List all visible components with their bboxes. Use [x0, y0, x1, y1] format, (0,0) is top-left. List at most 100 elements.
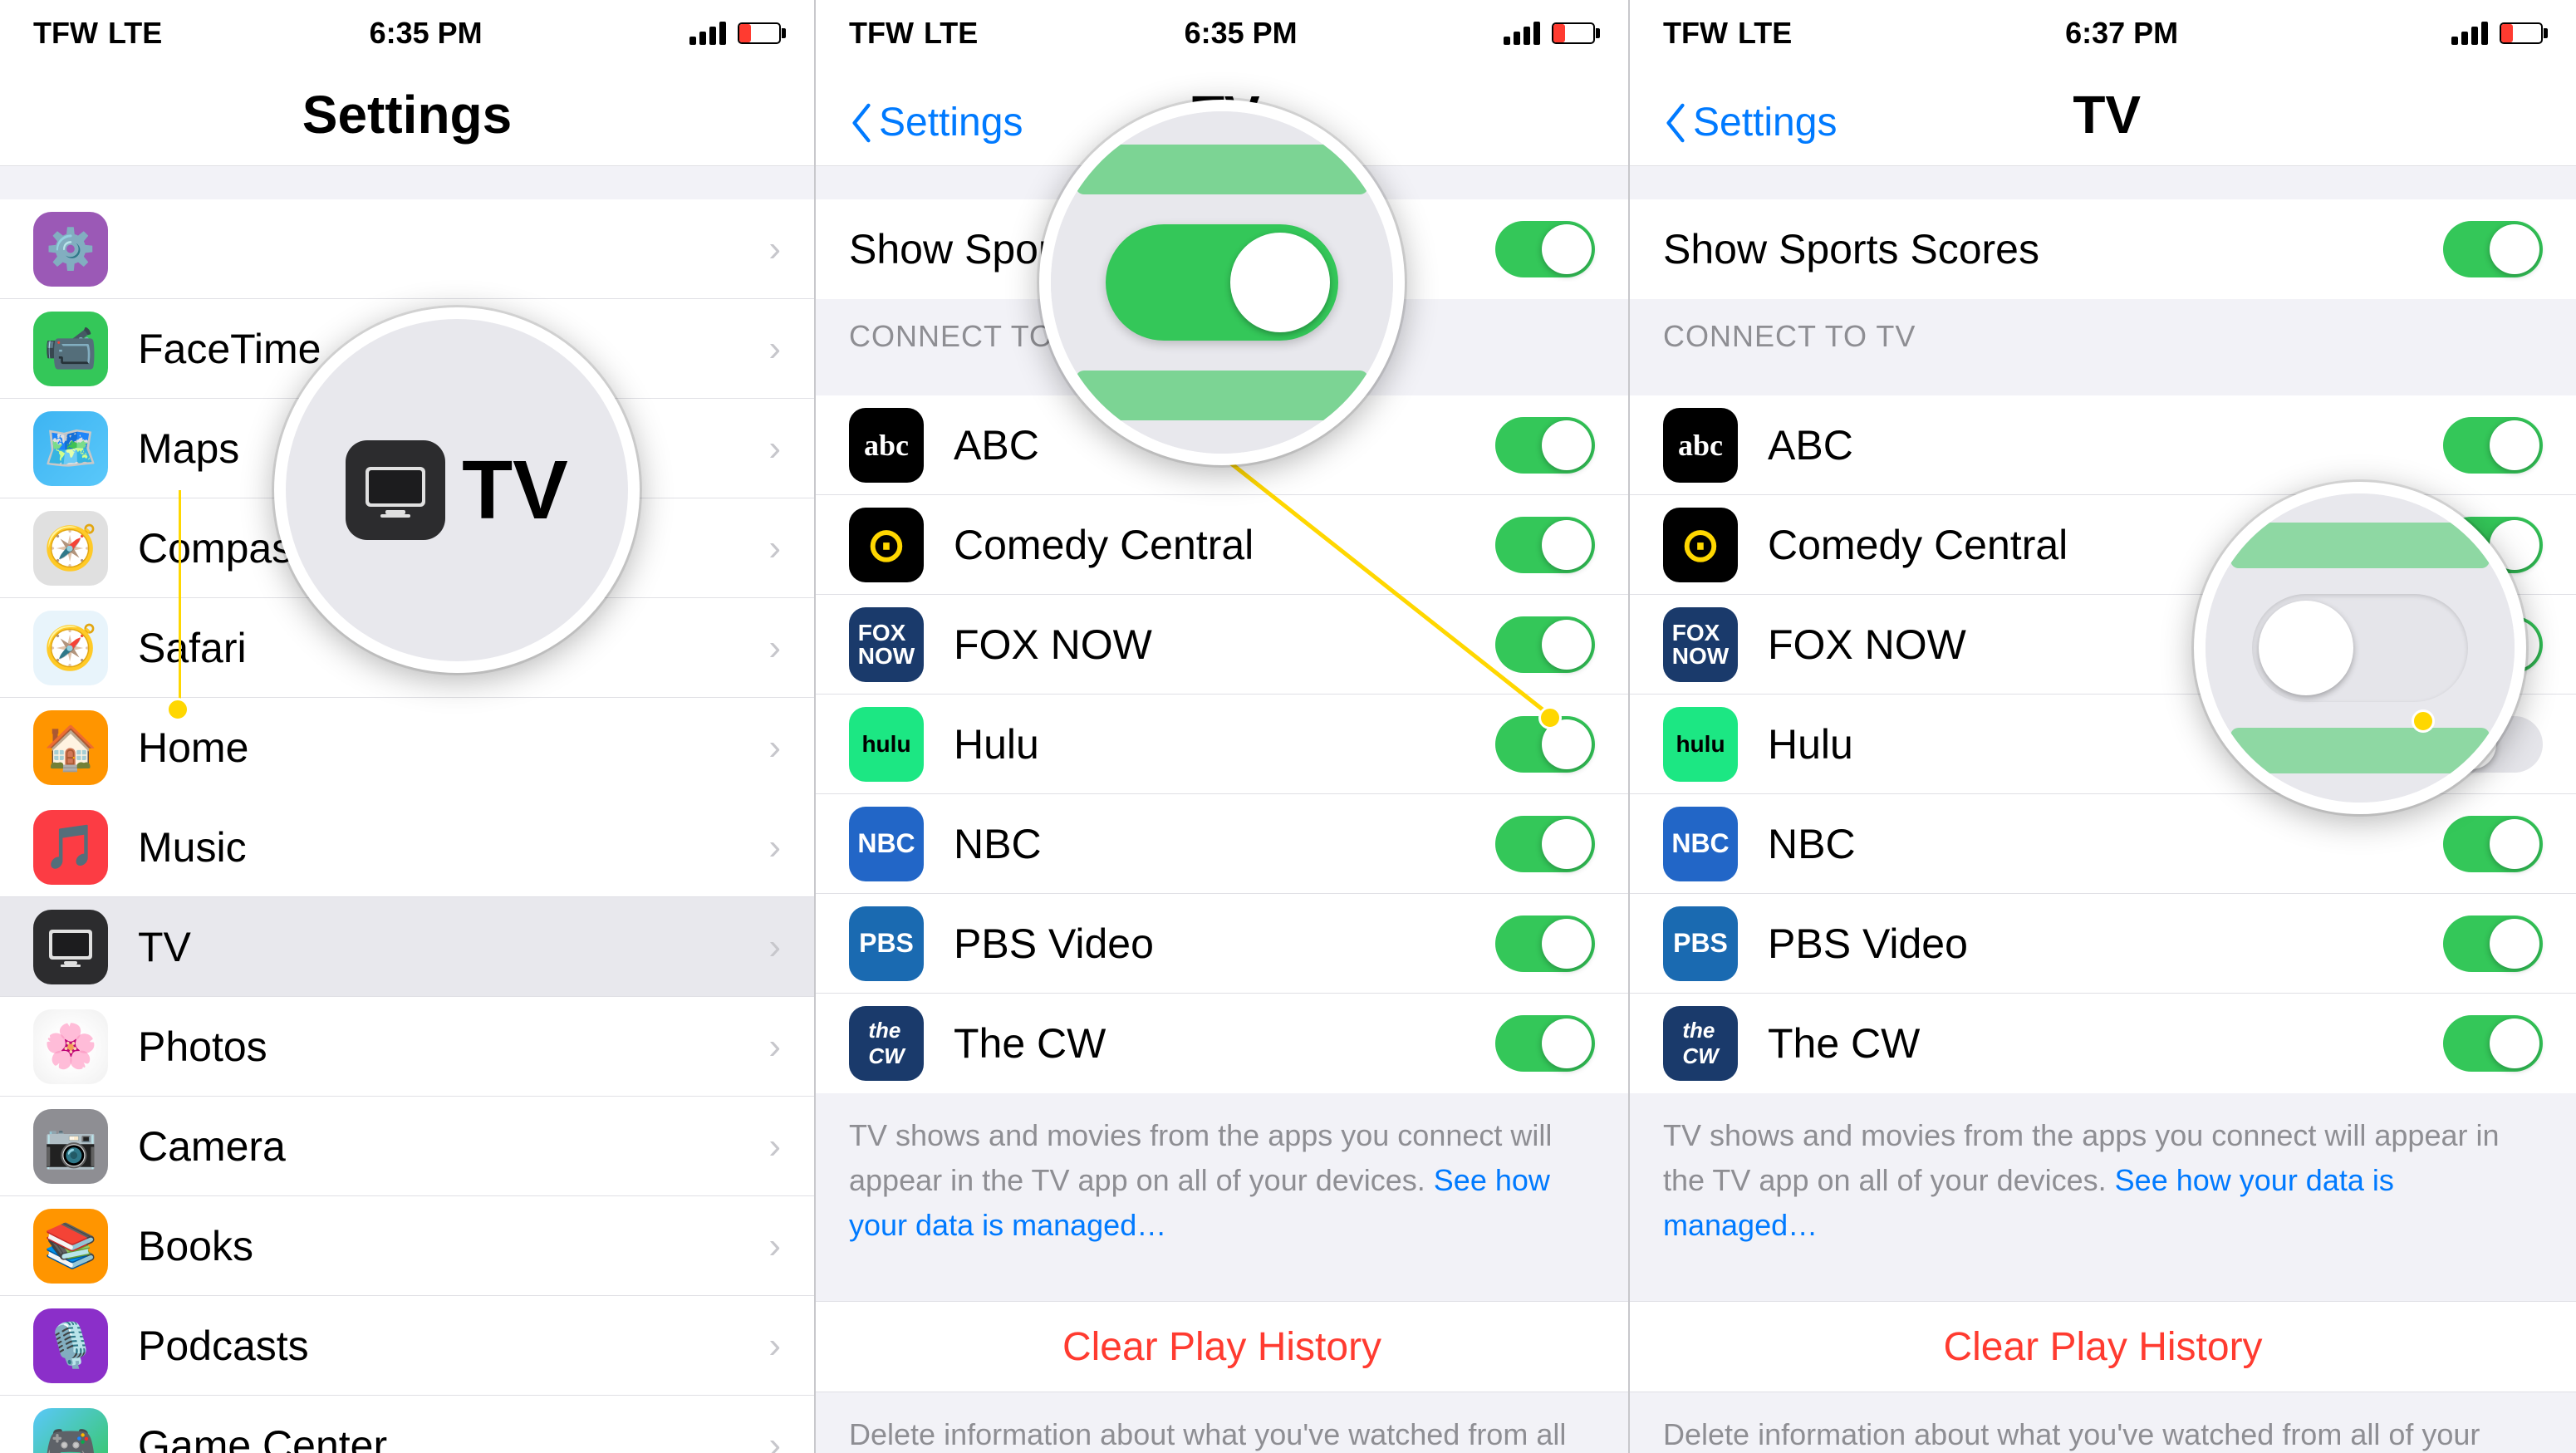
photos-icon: 🌸: [33, 1009, 108, 1084]
yellow-line-1: [179, 490, 181, 702]
music-chevron: ›: [768, 827, 781, 868]
carrier-3: TFW: [1663, 16, 1728, 51]
comedy-knob: [1542, 520, 1592, 570]
comedy-label: Comedy Central: [954, 521, 1495, 569]
zoom-circle-panel3: [2194, 482, 2526, 814]
nbc-label-right: NBC: [1768, 820, 2443, 868]
settings-row-clipped[interactable]: ⚙️ ›: [0, 199, 814, 299]
connect-apps-list: abc ABC ⊙ Comedy Central F: [816, 395, 1628, 1093]
status-right-1: [689, 22, 781, 45]
yellow-dot-3: [2412, 709, 2435, 733]
app-row-comedy[interactable]: ⊙ Comedy Central: [816, 495, 1628, 595]
settings-row-books[interactable]: 📚 Books ›: [0, 1196, 814, 1296]
sports-scores-toggle[interactable]: [1495, 221, 1595, 277]
app-row-cw[interactable]: theCW The CW: [816, 994, 1628, 1093]
foxnow-label: FOX NOW: [954, 621, 1495, 669]
carrier-2: TFW: [849, 16, 914, 51]
gamecenter-label: Game Center: [138, 1421, 768, 1453]
cw-toggle-right[interactable]: [2443, 1015, 2543, 1072]
pbs-toggle[interactable]: [1495, 915, 1595, 972]
app-row-cw-right[interactable]: theCW The CW: [1630, 994, 2576, 1093]
sports-scores-row-right[interactable]: Show Sports Scores: [1630, 199, 2576, 299]
sports-scores-section-right: Show Sports Scores: [1630, 199, 2576, 299]
gamecenter-chevron: ›: [768, 1425, 781, 1453]
back-label-2: Settings: [879, 100, 1023, 145]
status-left-2: TFW LTE: [849, 16, 978, 51]
back-button-3[interactable]: Settings: [1663, 100, 1837, 145]
settings-row-podcasts[interactable]: 🎙️ Podcasts ›: [0, 1296, 814, 1396]
cw-icon: theCW: [849, 1006, 924, 1081]
facetime-icon: 📹: [33, 312, 108, 386]
connect-description-right: TV shows and movies from the apps you co…: [1630, 1093, 2576, 1268]
maps-chevron: ›: [768, 428, 781, 469]
nbc-knob-right: [2490, 819, 2539, 869]
clear-desc-text-right: Delete information about what you've wat…: [1663, 1417, 2480, 1453]
facetime-chevron: ›: [768, 328, 781, 370]
app-row-pbs[interactable]: PBS PBS Video: [816, 894, 1628, 994]
nbc-icon: NBC: [849, 807, 924, 881]
app-row-foxnow[interactable]: FOXNOW FOX NOW: [816, 595, 1628, 695]
abc-icon: abc: [849, 408, 924, 483]
sports-scores-toggle-right[interactable]: [2443, 221, 2543, 277]
pbs-icon-right: PBS: [1663, 906, 1738, 981]
podcasts-chevron: ›: [768, 1325, 781, 1367]
sports-scores-knob-right: [2490, 224, 2539, 274]
nbc-label: NBC: [954, 820, 1495, 868]
nbc-icon-right: NBC: [1663, 807, 1738, 881]
settings-row-music[interactable]: 🎵 Music ›: [0, 798, 814, 897]
status-bar-1: TFW LTE 6:35 PM: [0, 0, 814, 66]
comedy-toggle[interactable]: [1495, 517, 1595, 573]
carrier-1: TFW: [33, 16, 98, 51]
settings-row-photos[interactable]: 🌸 Photos ›: [0, 997, 814, 1097]
abc-toggle-right[interactable]: [2443, 417, 2543, 474]
cw-toggle[interactable]: [1495, 1015, 1595, 1072]
settings-row-tv[interactable]: TV ›: [0, 897, 814, 997]
maps-icon: 🗺️: [33, 411, 108, 486]
clear-description: Delete information about what you've wat…: [816, 1392, 1628, 1453]
clear-history-button-right[interactable]: Clear Play History: [1630, 1301, 2576, 1392]
app-row-abc-right[interactable]: abc ABC: [1630, 395, 2576, 495]
compass-icon: 🧭: [33, 511, 108, 586]
settings-row-camera[interactable]: 📷 Camera ›: [0, 1097, 814, 1196]
time-3: 6:37 PM: [2065, 16, 2178, 51]
settings-row-home[interactable]: 🏠 Home ›: [0, 698, 814, 798]
signal-icon-2: [1504, 22, 1540, 45]
back-button-2[interactable]: Settings: [849, 100, 1023, 145]
tv-settings-panel-right: TFW LTE 6:37 PM Settings TV: [1628, 0, 2576, 1453]
abc-knob-right: [2490, 420, 2539, 470]
page-title-3: TV: [1837, 84, 2377, 145]
comedy-icon: ⊙: [849, 508, 924, 582]
time-2: 6:35 PM: [1185, 16, 1298, 51]
signal-icon-3: [2451, 22, 2488, 45]
safari-icon: 🧭: [33, 611, 108, 685]
nbc-toggle-right[interactable]: [2443, 816, 2543, 872]
settings-panel: TFW LTE 6:35 PM Settings: [0, 0, 814, 1453]
clipped-icon: ⚙️: [33, 212, 108, 287]
network-2: LTE: [924, 16, 978, 51]
pbs-toggle-right[interactable]: [2443, 915, 2543, 972]
nbc-knob: [1542, 819, 1592, 869]
clear-history-button[interactable]: Clear Play History: [816, 1301, 1628, 1392]
foxnow-toggle[interactable]: [1495, 616, 1595, 673]
tv-settings-panel: TFW LTE 6:35 PM Settings TV: [814, 0, 1628, 1453]
clear-history-label-right: Clear Play History: [1943, 1324, 2262, 1370]
sports-scores-knob: [1542, 224, 1592, 274]
cw-icon-right: theCW: [1663, 1006, 1738, 1081]
app-row-nbc[interactable]: NBC NBC: [816, 794, 1628, 894]
battery-icon-3: [2500, 22, 2543, 44]
app-row-hulu[interactable]: hulu Hulu: [816, 695, 1628, 794]
hulu-icon: hulu: [849, 707, 924, 782]
safari-chevron: ›: [768, 627, 781, 669]
abc-toggle[interactable]: [1495, 417, 1595, 474]
app-row-pbs-right[interactable]: PBS PBS Video: [1630, 894, 2576, 994]
app-row-nbc-right[interactable]: NBC NBC: [1630, 794, 2576, 894]
tv-chevron: ›: [768, 926, 781, 968]
pbs-label: PBS Video: [954, 920, 1495, 968]
photos-chevron: ›: [768, 1026, 781, 1068]
nbc-toggle[interactable]: [1495, 816, 1595, 872]
settings-row-gamecenter[interactable]: 🎮 Game Center ›: [0, 1396, 814, 1453]
status-left-1: TFW LTE: [33, 16, 162, 51]
photos-label: Photos: [138, 1023, 768, 1071]
status-right-3: [2451, 22, 2543, 45]
time-1: 6:35 PM: [370, 16, 483, 51]
